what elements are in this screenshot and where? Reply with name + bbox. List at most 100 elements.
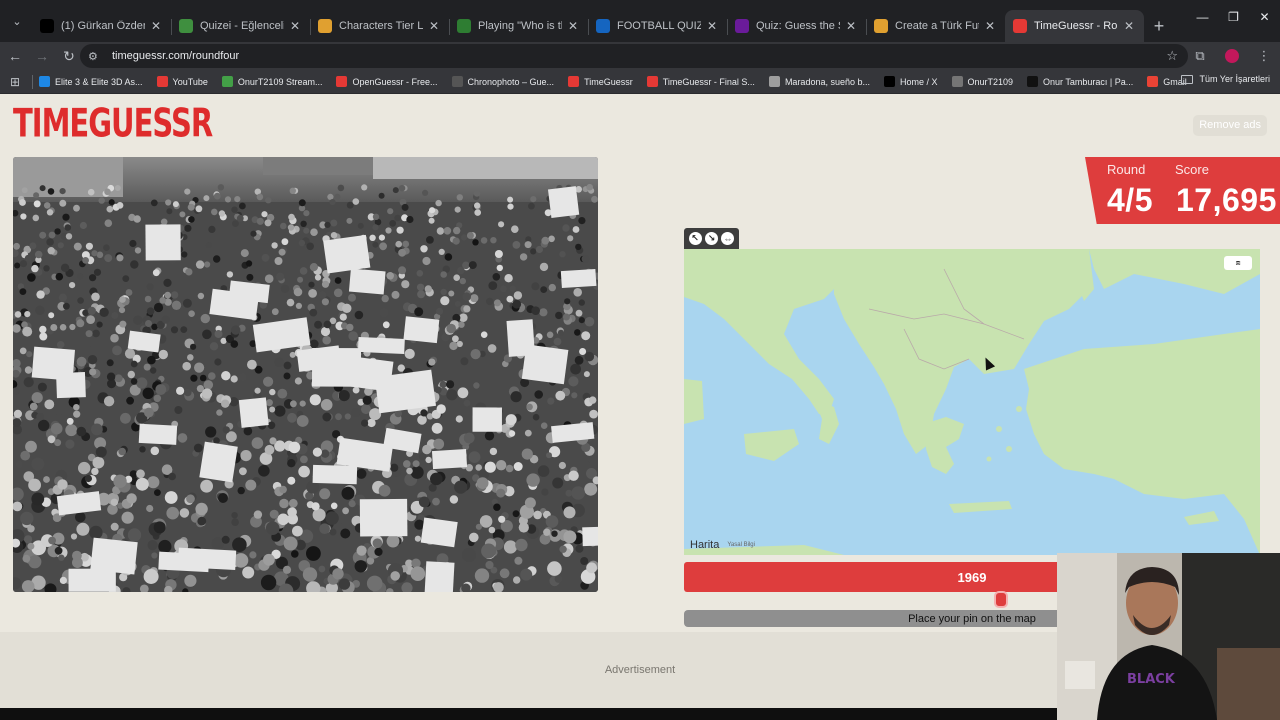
close-tab-icon[interactable]: ✕ [705,19,719,33]
browser-toolbar: ← → ↻ ⚙ timeguessr.com/roundfour ☆ ⧉ ⋮ [0,42,1280,70]
timeguessr-icon [1013,19,1027,33]
bookmark-favicon-icon [451,76,463,87]
tab-title: (1) Gürkan Özden (@azra [61,20,145,32]
browser-tab[interactable]: Quiz: Guess the Soccer St ✕ [727,10,866,42]
window-controls: — ❐ ✕ [1187,0,1280,34]
timeguessr-logo[interactable]: TIMEGUESSR [13,103,213,143]
tab-title: Characters Tier List Templ [339,20,423,32]
site-info-icon[interactable]: ⚙ [88,50,104,63]
map-layer-button[interactable]: ⧈ [1224,256,1252,270]
map-size-controls: ↖ ↘ ⇔ [684,228,739,249]
bookmark-favicon-icon [646,76,658,87]
bookmark-favicon-icon [768,76,780,87]
bottom-strip [0,708,1057,720]
bookmark-label: TimeGuessr [584,76,633,87]
browser-tab[interactable]: Characters Tier List Templ ✕ [310,10,449,42]
advertisement-label: Advertisement [604,664,676,676]
new-tab-button[interactable]: + [1144,10,1174,42]
browser-tab[interactable]: Playing "Who is this Footb ✕ [449,10,588,42]
bookmark-item[interactable]: Elite 3 & Elite 3D As... [39,76,143,87]
tab-title: Quizei - Eğlenceli ve etkile [200,20,284,32]
bookmark-label: Elite 3 & Elite 3D As... [55,76,143,87]
browser-tab[interactable]: Quizei - Eğlenceli ve etkile ✕ [171,10,310,42]
bookmark-favicon-icon [336,76,348,87]
bookmark-item[interactable]: Chronophoto – Gue... [451,76,554,87]
bookmark-favicon-icon [156,76,168,87]
round-label: Round [1107,162,1146,177]
bookmark-item[interactable]: OpenGuessr - Free... [336,76,438,87]
score-label: Score [1175,162,1209,177]
tiermaker-icon [318,19,332,33]
bookmark-list: Elite 3 & Elite 3D As... YouTube OnurT2109… [39,76,1201,87]
bookmark-item[interactable]: OnurT2109 Stream... [221,76,323,87]
reload-icon[interactable]: ↻ [57,44,81,68]
menu-kebab-icon[interactable]: ⋮ [1248,48,1280,64]
apps-grid-icon[interactable]: ⊞ [0,75,30,89]
webcam-overlay: BLACK [1057,553,1280,720]
map-legal-link[interactable]: Yasal Bilgi [727,542,755,548]
bookmark-label: OnurT2109 Stream... [237,76,323,87]
bookmark-item[interactable]: Home / X [884,76,938,87]
tab-search-icon[interactable]: ⌄ [4,7,30,35]
quiz-icon [457,19,471,33]
round-score-panel: Round 4/5 Score 17,695 [1085,157,1280,224]
year-slider-handle[interactable] [993,591,1008,608]
bookmark-item[interactable]: YouTube [156,76,208,87]
historical-photo[interactable] [13,157,598,592]
bookmark-label: OnurT2109 [967,76,1014,87]
round-value: 4/5 [1107,182,1153,218]
profile-avatar[interactable] [1225,49,1239,63]
folder-icon [1181,74,1194,84]
browser-tab-bar: ⌄ (1) Gürkan Özden (@azra✕Quizei - Eğlen… [0,0,1280,42]
bookmark-item[interactable]: TimeGuessr [568,76,633,87]
close-tab-icon[interactable]: ✕ [566,19,580,33]
shrink-map-icon[interactable]: ↖ [688,232,702,245]
tab-title: Quiz: Guess the Soccer St [756,20,840,32]
tab-title: Create a Türk Futbol Takı [895,20,979,32]
all-bookmarks-button[interactable]: Tüm Yer İşaretleri [1181,74,1270,84]
map-attribution: Harita Yasal Bilgi [690,539,755,551]
bookmark-favicon-icon [951,76,963,87]
close-window-icon[interactable]: ✕ [1249,0,1280,34]
bookmark-label: Home / X [900,76,938,87]
bookmark-favicon-icon [568,76,580,87]
bookmark-star-icon[interactable]: ☆ [1166,48,1178,64]
bookmark-favicon-icon [221,76,233,87]
tab-title: TimeGuessr - Round Four [1034,20,1118,32]
forward-icon[interactable]: → [30,44,54,68]
browser-tab[interactable]: Create a Türk Futbol Takı ✕ [866,10,1005,42]
bookmark-item[interactable]: OnurT2109 [951,76,1014,87]
back-icon[interactable]: ← [3,44,27,68]
bookmark-favicon-icon [884,76,895,87]
extensions-icon[interactable]: ⧉ [1184,48,1216,64]
bookmarks-bar: ⊞ Elite 3 & Elite 3D As... YouTube OnurT21… [0,70,1280,94]
tab-strip: (1) Gürkan Özden (@azra✕Quizei - Eğlence… [32,10,1144,42]
close-tab-icon[interactable]: ✕ [1122,19,1136,33]
close-tab-icon[interactable]: ✕ [844,19,858,33]
bookmark-label: TimeGuessr - Final S... [662,76,755,87]
url-text: timeguessr.com/roundfour [112,50,240,62]
expand-map-icon[interactable]: ↘ [704,232,718,245]
browser-tab[interactable]: TimeGuessr - Round Four ✕ [1005,10,1144,42]
browser-tab[interactable]: (1) Gürkan Özden (@azra ✕ [32,10,171,42]
x-icon [40,19,54,33]
bookmark-label: YouTube [172,76,208,87]
pin-prompt-text: Place your pin on the map [908,612,1036,625]
tab-title: Playing "Who is this Footb [478,20,562,32]
bookmark-item[interactable]: Maradona, sueño b... [768,76,870,87]
bookmark-label: Maradona, sueño b... [784,76,870,87]
browser-tab[interactable]: FOOTBALL QUIZ - TriviaCr ✕ [588,10,727,42]
pin-map-icon[interactable]: ⇔ [721,232,735,245]
close-tab-icon[interactable]: ✕ [149,19,163,33]
close-tab-icon[interactable]: ✕ [983,19,997,33]
tiermaker-icon [874,19,888,33]
address-bar[interactable]: ⚙ timeguessr.com/roundfour ☆ [80,44,1188,68]
bookmark-item[interactable]: Onur Tamburacı | Pa... [1027,76,1133,87]
bookmark-item[interactable]: TimeGuessr - Final S... [646,76,755,87]
close-tab-icon[interactable]: ✕ [427,19,441,33]
remove-ads-button[interactable]: Remove ads [1193,115,1267,136]
close-tab-icon[interactable]: ✕ [288,19,302,33]
guess-map[interactable]: ⧈ Harita Yasal Bilgi [684,249,1260,555]
restore-icon[interactable]: ❐ [1218,0,1249,34]
minimize-icon[interactable]: — [1187,0,1218,34]
